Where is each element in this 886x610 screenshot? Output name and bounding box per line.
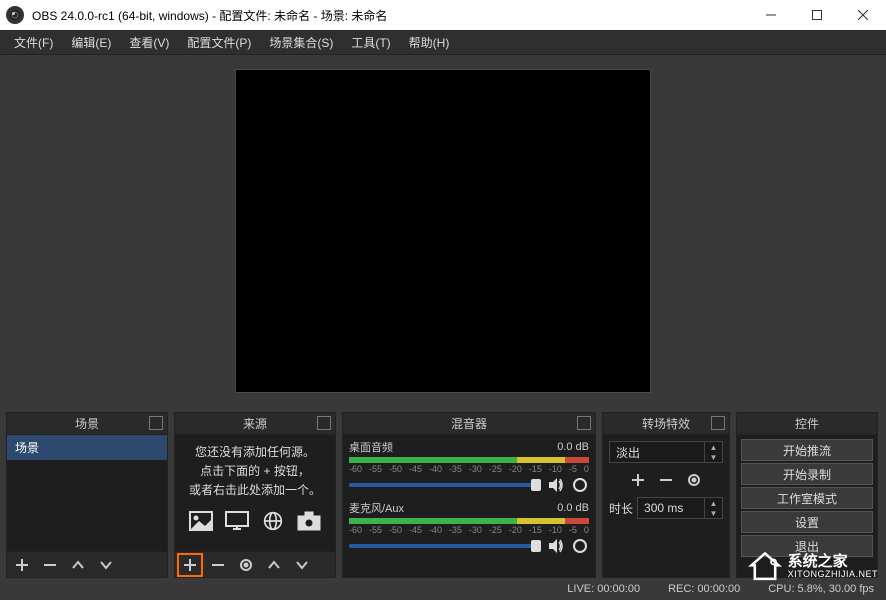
volume-slider[interactable] — [349, 483, 541, 487]
house-icon — [748, 550, 782, 584]
window-controls — [748, 0, 886, 30]
watermark-en: XITONGZHIJIA.NET — [788, 570, 878, 580]
duration-spinner[interactable]: ▲▼ — [704, 498, 722, 518]
window-titlebar: OBS 24.0.0-rc1 (64-bit, windows) - 配置文件:… — [0, 0, 886, 30]
camera-icon — [295, 509, 323, 533]
move-scene-down-button[interactable] — [93, 554, 119, 576]
display-icon — [223, 509, 251, 533]
globe-icon — [259, 509, 287, 533]
add-source-button[interactable] — [177, 553, 203, 577]
sources-empty-line: 或者右击此处添加一个。 — [181, 481, 329, 500]
close-button[interactable] — [840, 0, 886, 30]
mixer-ticks: -60-55-50-45-40-35-30-25-20-15-10-50 — [349, 525, 589, 535]
maximize-button[interactable] — [794, 0, 840, 30]
mixer-header: 混音器 — [343, 413, 595, 435]
menu-view[interactable]: 查看(V) — [121, 30, 177, 55]
remove-transition-button[interactable] — [654, 469, 678, 491]
speaker-icon[interactable] — [547, 537, 565, 555]
scenes-list[interactable]: 场景 — [7, 435, 167, 551]
menubar: 文件(F) 编辑(E) 查看(V) 配置文件(P) 场景集合(S) 工具(T) … — [0, 30, 886, 54]
app-icon — [6, 6, 24, 24]
gear-icon[interactable] — [571, 476, 589, 494]
studio-mode-button[interactable]: 工作室模式 — [741, 487, 873, 509]
image-icon — [187, 509, 215, 533]
watermark: 系统之家 XITONGZHIJIA.NET — [748, 550, 878, 584]
mixer-channel-db: 0.0 dB — [557, 441, 589, 453]
minimize-button[interactable] — [748, 0, 794, 30]
sources-toolbar — [175, 551, 335, 577]
menu-file[interactable]: 文件(F) — [6, 30, 61, 55]
mixer-body: 桌面音频 0.0 dB -60-55-50-45-40-35-30-25-20-… — [343, 435, 595, 577]
mixer-meter — [349, 518, 589, 524]
select-spinner[interactable]: ▲▼ — [704, 442, 722, 462]
remove-scene-button[interactable] — [37, 554, 63, 576]
status-live: LIVE: 00:00:00 — [567, 583, 640, 595]
remove-source-button[interactable] — [205, 554, 231, 576]
transition-properties-button[interactable] — [682, 469, 706, 491]
preview-area — [0, 54, 886, 406]
mixer-channel-name: 桌面音频 — [349, 439, 557, 455]
transitions-body: 淡出 ▲▼ 时长 300 ms ▲▼ — [603, 435, 729, 577]
mixer-channel-desktop: 桌面音频 0.0 dB -60-55-50-45-40-35-30-25-20-… — [349, 439, 589, 494]
scene-item[interactable]: 场景 — [7, 435, 167, 460]
transitions-header: 转场特效 — [603, 413, 729, 435]
add-scene-button[interactable] — [9, 554, 35, 576]
preview-canvas[interactable] — [235, 69, 651, 393]
menu-scene-collections[interactable]: 场景集合(S) — [261, 30, 341, 55]
watermark-cn: 系统之家 — [788, 554, 878, 571]
mixer-ticks: -60-55-50-45-40-35-30-25-20-15-10-50 — [349, 464, 589, 474]
mixer-dock: 混音器 桌面音频 0.0 dB -60-55-50-45-40-35-30-25… — [342, 412, 596, 578]
mixer-channel-name: 麦克风/Aux — [349, 500, 557, 516]
window-title: OBS 24.0.0-rc1 (64-bit, windows) - 配置文件:… — [32, 7, 748, 24]
move-scene-up-button[interactable] — [65, 554, 91, 576]
gear-icon[interactable] — [571, 537, 589, 555]
popout-icon[interactable] — [577, 416, 591, 430]
mixer-channel-db: 0.0 dB — [557, 502, 589, 514]
transitions-title: 转场特效 — [642, 415, 690, 432]
scenes-toolbar — [7, 551, 167, 577]
sources-hint-icons — [175, 505, 335, 539]
scenes-dock: 场景 场景 — [6, 412, 168, 578]
move-source-up-button[interactable] — [261, 554, 287, 576]
controls-header: 控件 — [737, 413, 877, 435]
volume-slider[interactable] — [349, 544, 541, 548]
mixer-meter — [349, 457, 589, 463]
transition-selected: 淡出 — [610, 444, 704, 461]
transition-select[interactable]: 淡出 ▲▼ — [609, 441, 723, 463]
scenes-title: 场景 — [75, 415, 99, 432]
sources-title: 来源 — [243, 415, 267, 432]
controls-title: 控件 — [795, 415, 819, 432]
scenes-header: 场景 — [7, 413, 167, 435]
add-transition-button[interactable] — [626, 469, 650, 491]
mixer-title: 混音器 — [451, 415, 487, 432]
status-cpu: CPU: 5.8%, 30.00 fps — [768, 583, 874, 595]
sources-empty-line: 您还没有添加任何源。 — [181, 443, 329, 462]
transitions-dock: 转场特效 淡出 ▲▼ 时长 300 ms ▲▼ — [602, 412, 730, 578]
speaker-icon[interactable] — [547, 476, 565, 494]
mixer-channel-mic: 麦克风/Aux 0.0 dB -60-55-50-45-40-35-30-25-… — [349, 500, 589, 555]
sources-empty-text: 您还没有添加任何源。 点击下面的 + 按钮， 或者右击此处添加一个。 — [175, 435, 335, 505]
duration-label: 时长 — [609, 500, 633, 517]
sources-dock: 来源 您还没有添加任何源。 点击下面的 + 按钮， 或者右击此处添加一个。 — [174, 412, 336, 578]
menu-tools[interactable]: 工具(T) — [343, 30, 398, 55]
status-rec: REC: 00:00:00 — [668, 583, 740, 595]
source-properties-button[interactable] — [233, 554, 259, 576]
popout-icon[interactable] — [149, 416, 163, 430]
popout-icon[interactable] — [317, 416, 331, 430]
popout-icon[interactable] — [711, 416, 725, 430]
move-source-down-button[interactable] — [289, 554, 315, 576]
sources-empty-line: 点击下面的 + 按钮， — [181, 462, 329, 481]
start-recording-button[interactable]: 开始录制 — [741, 463, 873, 485]
start-streaming-button[interactable]: 开始推流 — [741, 439, 873, 461]
menu-profiles[interactable]: 配置文件(P) — [179, 30, 259, 55]
duration-input[interactable]: 300 ms ▲▼ — [637, 497, 723, 519]
duration-value: 300 ms — [638, 498, 704, 518]
sources-header: 来源 — [175, 413, 335, 435]
settings-button[interactable]: 设置 — [741, 511, 873, 533]
menu-edit[interactable]: 编辑(E) — [63, 30, 119, 55]
menu-help[interactable]: 帮助(H) — [401, 30, 458, 55]
sources-list[interactable]: 您还没有添加任何源。 点击下面的 + 按钮， 或者右击此处添加一个。 — [175, 435, 335, 551]
